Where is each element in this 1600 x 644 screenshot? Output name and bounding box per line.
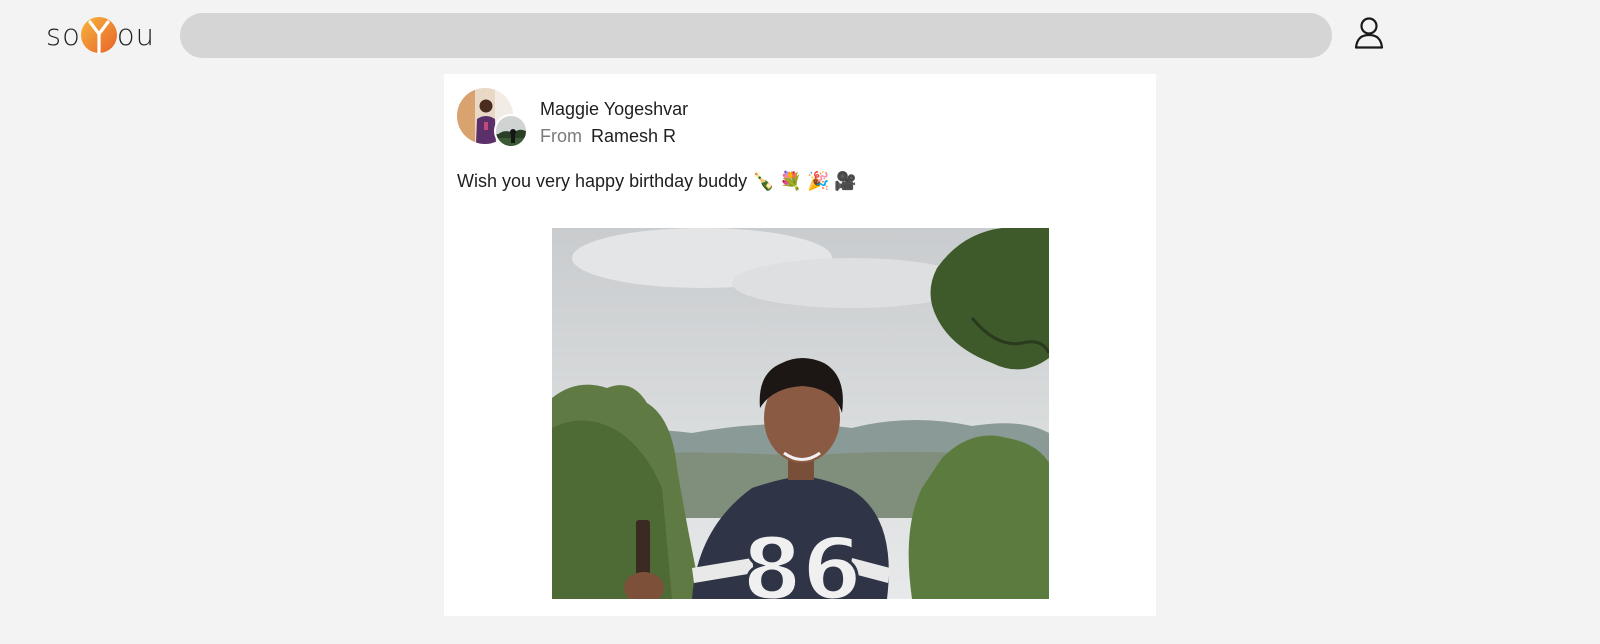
from-label: From: [540, 126, 582, 146]
post-card: Maggie Yogeshvar From Ramesh R Wish you …: [444, 74, 1156, 616]
from-row: From Ramesh R: [540, 123, 688, 150]
top-bar: so ou: [0, 0, 1600, 70]
sender-name[interactable]: Ramesh R: [591, 123, 676, 150]
post-avatars: [457, 88, 532, 148]
sender-avatar[interactable]: [494, 114, 528, 148]
post-message: Wish you very happy birthday buddy 🍾 💐 🎉…: [457, 171, 857, 191]
post-meta: Maggie Yogeshvar From Ramesh R: [540, 96, 688, 150]
user-icon[interactable]: [1353, 16, 1385, 50]
photo-jersey-number: 86: [742, 520, 862, 599]
logo-text-left: so: [46, 18, 81, 52]
author-name[interactable]: Maggie Yogeshvar: [540, 96, 688, 123]
search-input[interactable]: [180, 13, 1332, 58]
logo-y-mark-icon: [80, 17, 117, 54]
logo-text-right: ou: [116, 18, 155, 52]
post-photo[interactable]: 86: [552, 228, 1049, 599]
soyou-logo[interactable]: so ou: [46, 14, 162, 56]
